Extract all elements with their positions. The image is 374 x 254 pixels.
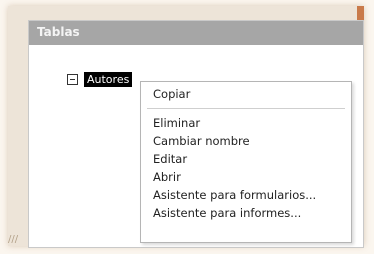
panel-header: Tablas — [29, 21, 363, 45]
menu-item-eliminar[interactable]: Eliminar — [153, 115, 200, 131]
menu-item-cambiar-nombre[interactable]: Cambiar nombre — [153, 133, 250, 149]
panel-title: Tablas — [37, 25, 80, 39]
tree-item-autores[interactable]: Autores — [67, 71, 133, 87]
tree-item-label[interactable]: Autores — [84, 71, 133, 87]
app-frame: Tablas Autores Copiar Eliminar Cambiar n… — [8, 6, 364, 248]
menu-item-asistente-formularios[interactable]: Asistente para formularios... — [153, 187, 316, 203]
menu-item-abrir[interactable]: Abrir — [153, 169, 181, 185]
menu-item-asistente-informes[interactable]: Asistente para informes... — [153, 205, 301, 221]
menu-item-copiar[interactable]: Copiar — [153, 86, 190, 102]
collapse-box-icon[interactable] — [67, 73, 78, 85]
context-menu: Copiar Eliminar Cambiar nombre Editar Ab… — [140, 81, 352, 243]
resize-grip-icon[interactable]: /// — [8, 234, 18, 245]
menu-item-editar[interactable]: Editar — [153, 151, 187, 167]
menu-separator — [147, 108, 345, 109]
